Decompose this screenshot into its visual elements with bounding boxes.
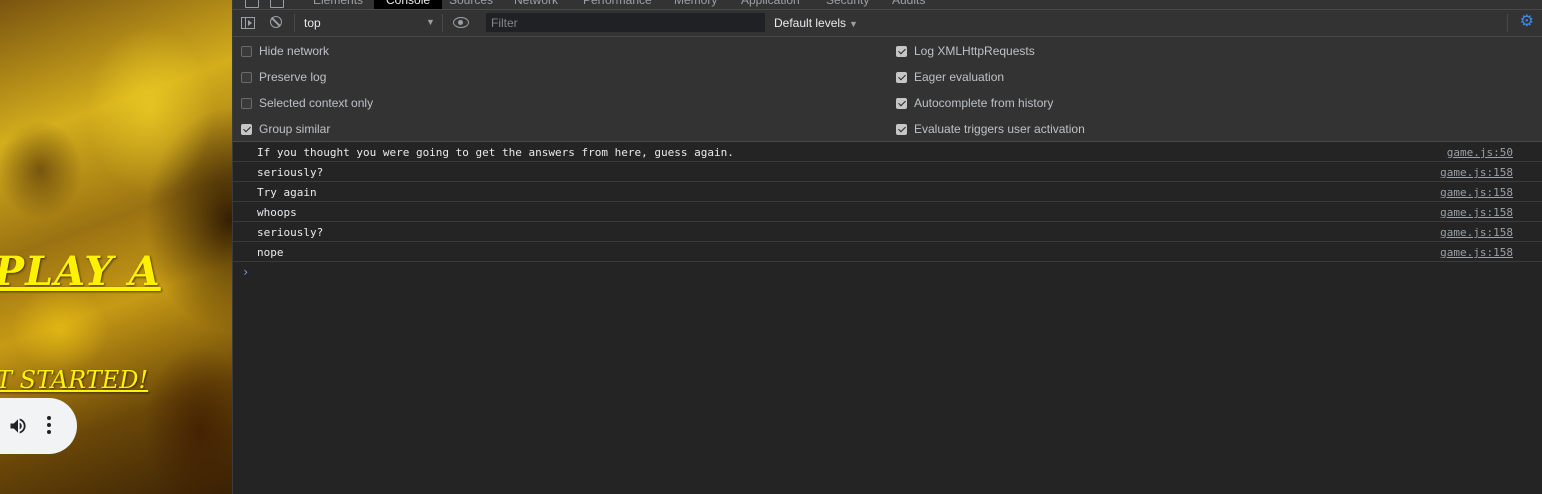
console-message: seriously? game.js:158 <box>233 162 1542 182</box>
selected-context-only-label: Selected context only <box>259 96 374 110</box>
evaluate-triggers-checkbox[interactable] <box>896 123 907 135</box>
group-similar-checkbox[interactable] <box>241 123 252 135</box>
autocomplete-history-checkbox[interactable] <box>896 97 907 109</box>
preserve-log-checkbox[interactable] <box>241 71 252 83</box>
console-messages: If you thought you were going to get the… <box>233 142 1542 282</box>
console-settings-pane: Hide network Preserve log Selected conte… <box>233 37 1542 142</box>
get-started-link[interactable]: T STARTED! <box>0 366 148 394</box>
tab-network[interactable]: Network <box>514 0 558 9</box>
group-similar-label: Group similar <box>259 122 331 136</box>
toolbar-divider <box>294 14 295 32</box>
console-message: seriously? game.js:158 <box>233 222 1542 242</box>
group-similar-option[interactable]: Group similar <box>241 121 330 137</box>
message-text: seriously? <box>257 226 324 239</box>
toolbar-divider <box>1507 14 1508 32</box>
console-prompt[interactable]: › <box>233 262 1542 282</box>
log-xmlhttprequests-label: Log XMLHttpRequests <box>914 44 1035 58</box>
selected-context-only-checkbox[interactable] <box>241 97 252 109</box>
tab-sources[interactable]: Sources <box>449 0 493 9</box>
log-xmlhttprequests-option[interactable]: Log XMLHttpRequests <box>896 43 1035 59</box>
clear-console-icon[interactable] <box>270 16 282 28</box>
show-sidebar-icon[interactable] <box>241 17 255 29</box>
prompt-chevron-icon: › <box>242 265 250 279</box>
context-dropdown-icon[interactable]: ▼ <box>426 17 435 27</box>
console-message: Try again game.js:158 <box>233 182 1542 202</box>
eager-evaluation-label: Eager evaluation <box>914 70 1005 84</box>
message-text: If you thought you were going to get the… <box>257 146 734 159</box>
message-source-link[interactable]: game.js:158 <box>1440 163 1513 182</box>
devtools-tabstrip: Elements Console Sources Network Perform… <box>233 0 1542 10</box>
volume-icon[interactable] <box>8 416 28 436</box>
message-source-link[interactable]: game.js:158 <box>1440 183 1513 202</box>
message-source-link[interactable]: game.js:158 <box>1440 243 1513 262</box>
eager-evaluation-checkbox[interactable] <box>896 71 907 83</box>
message-text: seriously? <box>257 166 324 179</box>
audio-player[interactable] <box>0 398 77 454</box>
message-text: Try again <box>257 186 317 199</box>
tab-console[interactable]: Console <box>374 0 443 9</box>
toolbar-divider <box>442 14 443 32</box>
tab-audits[interactable]: Audits <box>892 0 925 9</box>
eager-evaluation-option[interactable]: Eager evaluation <box>896 69 1004 85</box>
evaluate-triggers-option[interactable]: Evaluate triggers user activation <box>896 121 1085 137</box>
devtools-panel: Elements Console Sources Network Perform… <box>233 0 1542 494</box>
console-message: nope game.js:158 <box>233 242 1542 262</box>
filter-input[interactable] <box>486 13 765 32</box>
message-source-link[interactable]: game.js:158 <box>1440 223 1513 242</box>
tab-security[interactable]: Security <box>826 0 869 9</box>
live-expression-eye-icon[interactable] <box>453 17 469 28</box>
hide-network-option[interactable]: Hide network <box>241 43 329 59</box>
message-source-link[interactable]: game.js:158 <box>1440 203 1513 222</box>
tab-performance[interactable]: Performance <box>583 0 652 9</box>
console-settings-gear-icon[interactable]: ⚙ <box>1520 14 1534 30</box>
game-page: PLAY A T STARTED! <box>0 0 232 494</box>
more-vert-icon[interactable] <box>46 415 52 435</box>
tab-application[interactable]: Application <box>741 0 800 9</box>
preserve-log-label: Preserve log <box>259 70 327 84</box>
console-message: If you thought you were going to get the… <box>233 142 1542 162</box>
autocomplete-history-option[interactable]: Autocomplete from history <box>896 95 1053 111</box>
page-heading[interactable]: PLAY A <box>0 248 161 295</box>
message-text: whoops <box>257 206 297 219</box>
hide-network-checkbox[interactable] <box>241 45 252 57</box>
evaluate-triggers-label: Evaluate triggers user activation <box>914 122 1085 136</box>
device-toolbar-icon[interactable] <box>270 0 284 8</box>
log-xmlhttprequests-checkbox[interactable] <box>896 45 907 57</box>
log-levels-label: Default levels <box>774 16 847 30</box>
console-toolbar: top ▼ Default levels▼ ⚙ <box>233 10 1542 37</box>
chevron-down-icon: ▼ <box>849 19 858 29</box>
tab-memory[interactable]: Memory <box>674 0 717 9</box>
hide-network-label: Hide network <box>259 44 330 58</box>
message-text: nope <box>257 246 284 259</box>
preserve-log-option[interactable]: Preserve log <box>241 69 326 85</box>
inspect-element-icon[interactable] <box>245 0 259 8</box>
tab-elements[interactable]: Elements <box>313 0 363 9</box>
context-selector[interactable]: top <box>304 16 321 30</box>
log-levels-dropdown[interactable]: Default levels ▼ <box>774 16 858 30</box>
selected-context-only-option[interactable]: Selected context only <box>241 95 373 111</box>
autocomplete-history-label: Autocomplete from history <box>914 96 1054 110</box>
console-message: whoops game.js:158 <box>233 202 1542 222</box>
message-source-link[interactable]: game.js:50 <box>1447 143 1513 162</box>
